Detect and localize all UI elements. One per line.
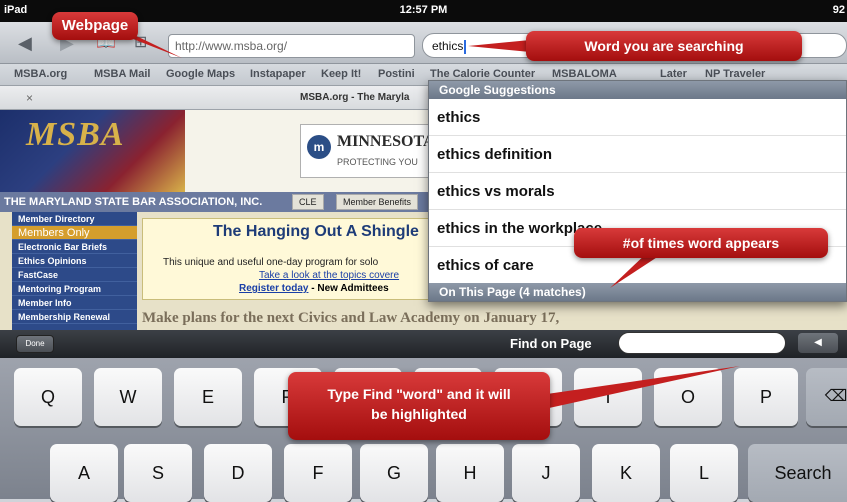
callout-match-count: #of times word appears: [574, 228, 828, 258]
callout-find-on-page: Type Find "word" and it will be highligh…: [288, 372, 550, 440]
find-pointer: [540, 366, 740, 410]
callout-find-line1: Type Find "word" and it will: [327, 386, 511, 402]
callout-search-word: Word you are searching: [526, 31, 802, 61]
callout-find-line2: be highlighted: [371, 406, 467, 422]
word-pointer: [468, 40, 530, 52]
callout-webpage: Webpage: [52, 12, 138, 40]
